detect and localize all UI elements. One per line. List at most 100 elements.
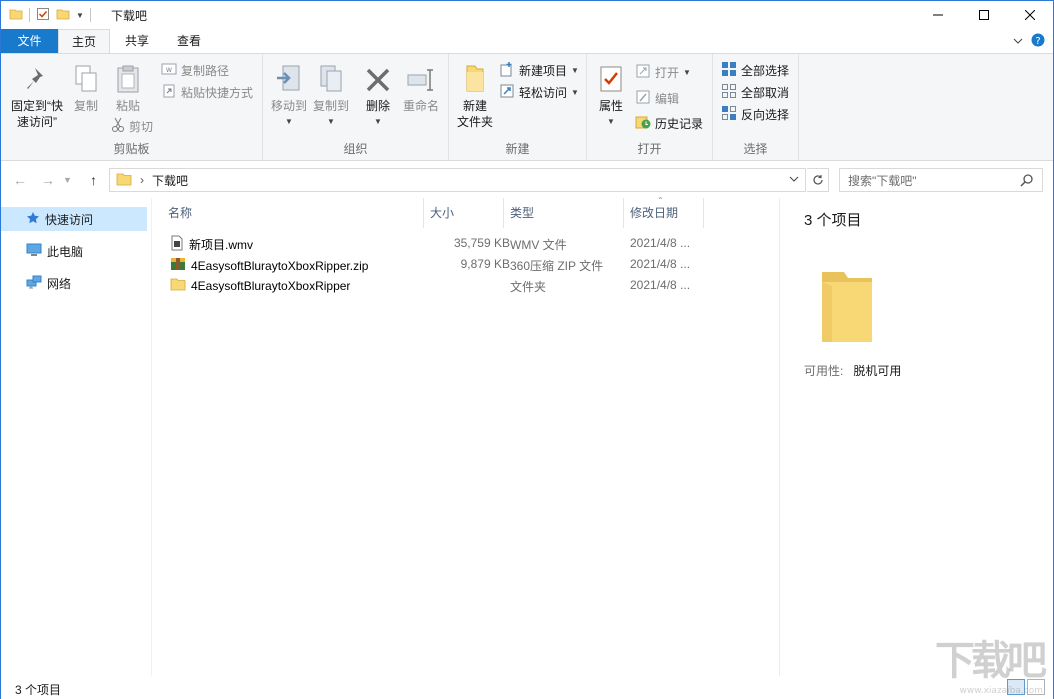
copy-label: 复制 [73, 99, 98, 113]
nav-item-quick-access[interactable]: 快速访问 [1, 207, 147, 231]
pin-icon [21, 60, 53, 94]
breadcrumb-separator-icon[interactable]: › [140, 173, 144, 187]
properties-qat-icon[interactable] [36, 7, 50, 24]
watermark-sub: www.xiazaiba.com [959, 686, 1043, 696]
file-modified: 2021/4/8 ... [630, 257, 691, 271]
edit-icon [635, 89, 651, 108]
properties-icon [595, 60, 627, 94]
new-folder-button[interactable]: 新建 文件夹 [453, 60, 497, 130]
file-size: 35,759 KB [453, 236, 510, 250]
archive-file-icon [170, 256, 186, 275]
easy-access-button[interactable]: 轻松访问 ▼ [499, 82, 579, 102]
cut-button[interactable]: 剪切 [111, 116, 153, 136]
folder-icon [170, 277, 186, 294]
close-button[interactable] [1007, 1, 1053, 29]
rename-button[interactable]: 重命名 [399, 60, 443, 114]
chevron-down-icon[interactable] [1013, 35, 1023, 49]
back-arrow-icon[interactable]: ← [13, 172, 27, 188]
new-folder-label-line2: 文件夹 [456, 115, 493, 129]
chevron-down-icon[interactable] [789, 173, 799, 187]
nav-item-this-pc[interactable]: 此电脑 [1, 239, 147, 263]
open-button[interactable]: 打开 ▼ [635, 62, 691, 82]
address-bar[interactable]: › 下载吧 [109, 168, 806, 192]
copy-to-button[interactable]: 复制到 ▼ [309, 60, 353, 130]
new-item-icon [499, 61, 515, 80]
paste-label: 粘贴 [115, 99, 140, 113]
new-item-button[interactable]: 新建项目 ▼ [499, 60, 579, 80]
file-row[interactable]: 4EasysoftBluraytoXboxRipper.zip 9,879 KB… [166, 254, 706, 275]
qat-dropdown-icon[interactable]: ▼ [76, 11, 84, 20]
file-name-cell: 4EasysoftBluraytoXboxRipper [170, 277, 350, 294]
nav-item-label: 此电脑 [47, 244, 84, 259]
svg-text:W: W [166, 67, 172, 74]
organize-group: 移动到 ▼ 复制到 ▼ 删除 ▼ 重命名 组织 [263, 54, 449, 160]
select-all-icon [721, 61, 737, 80]
tab-share[interactable]: 共享 [113, 29, 161, 53]
column-header-size[interactable]: 大小 [424, 198, 504, 228]
delete-button[interactable]: 删除 ▼ [361, 60, 395, 130]
minimize-button[interactable] [915, 1, 961, 29]
pin-quick-access-button[interactable]: 固定到“快 速访问” [7, 60, 67, 130]
file-row[interactable]: 4EasysoftBluraytoXboxRipper 文件夹 2021/4/8… [166, 275, 706, 296]
copy-button[interactable]: 复制 [69, 60, 103, 114]
copy-path-label: 复制路径 [181, 63, 230, 78]
divider [29, 8, 30, 22]
invert-selection-button[interactable]: 反向选择 [721, 104, 789, 124]
ribbon-tabs: 文件 主页 共享 查看 ? [1, 29, 1053, 54]
title-bar: ▼ 下载吧 [1, 1, 1053, 29]
rename-icon [405, 60, 437, 94]
copy-path-button[interactable]: W 复制路径 [161, 60, 229, 80]
breadcrumb-current[interactable]: 下载吧 [152, 172, 188, 189]
open-dropdown-icon: ▼ [683, 67, 691, 77]
search-input[interactable]: 搜索"下载吧" [839, 168, 1043, 192]
new-folder-qat-icon[interactable] [56, 7, 70, 24]
tab-view[interactable]: 查看 [165, 29, 213, 53]
select-all-button[interactable]: 全部选择 [721, 60, 789, 80]
select-none-button[interactable]: 全部取消 [721, 82, 789, 102]
select-group: 全部选择 全部取消 反向选择 选择 [713, 54, 799, 160]
nav-item-network[interactable]: 网络 [1, 271, 147, 295]
select-none-label: 全部取消 [741, 85, 790, 100]
delete-dropdown-icon: ▼ [374, 117, 382, 126]
file-row[interactable]: 新项目.wmv 35,759 KB WMV 文件 2021/4/8 ... [166, 233, 706, 254]
maximize-button[interactable] [961, 1, 1007, 29]
up-arrow-icon[interactable]: ↑ [90, 172, 97, 188]
network-icon [26, 275, 42, 292]
select-group-label: 选择 [743, 142, 768, 156]
nav-item-label: 网络 [47, 276, 72, 291]
column-header-modified[interactable]: 修改日期 [624, 198, 704, 228]
refresh-button[interactable] [807, 168, 829, 192]
window-title: 下载吧 [111, 9, 148, 23]
edit-button[interactable]: 编辑 [635, 88, 679, 108]
paste-shortcut-button[interactable]: 粘贴快捷方式 [161, 82, 253, 102]
file-type: 文件夹 [510, 280, 547, 294]
select-none-icon [721, 83, 737, 102]
copy-icon [70, 60, 102, 94]
open-label: 打开 [655, 65, 680, 80]
move-to-label: 移动到 [270, 99, 307, 113]
column-header-type[interactable]: 类型 [504, 198, 624, 228]
copy-path-icon: W [161, 62, 177, 79]
forward-arrow-icon[interactable]: → [41, 172, 55, 188]
explorer-window: ▼ 下载吧 文件 主页 共享 查看 ? 固定到“快 速访问” 复制 粘贴 W 复… [0, 0, 1054, 699]
help-icon[interactable]: ? [1031, 33, 1045, 50]
search-icon[interactable] [1020, 173, 1034, 190]
paste-button[interactable]: 粘贴 [111, 60, 145, 114]
column-header-name[interactable]: 名称 [162, 198, 424, 228]
tab-file[interactable]: 文件 [1, 29, 58, 53]
move-to-button[interactable]: 移动到 ▼ [267, 60, 311, 130]
recent-locations-icon[interactable]: ▼ [63, 175, 72, 185]
select-all-label: 全部选择 [741, 63, 790, 78]
clipboard-icon [112, 60, 144, 94]
new-group: 新建 文件夹 新建项目 ▼ 轻松访问 ▼ 新建 [449, 54, 587, 160]
file-list: 名称 大小 类型 修改日期 ⌃ 新项目.wmv 35,759 KB WMV 文件… [151, 196, 777, 676]
delete-x-icon [362, 60, 394, 94]
invert-selection-label: 反向选择 [741, 107, 790, 122]
properties-label: 属性 [598, 99, 623, 113]
status-item-count: 3 个项目 [15, 683, 62, 697]
properties-button[interactable]: 属性 ▼ [593, 60, 629, 130]
tab-home[interactable]: 主页 [58, 29, 110, 54]
history-button[interactable]: 历史记录 [635, 113, 703, 133]
pin-label-line1: 固定到“快 [11, 99, 63, 113]
quick-access-toolbar: ▼ [9, 6, 91, 24]
